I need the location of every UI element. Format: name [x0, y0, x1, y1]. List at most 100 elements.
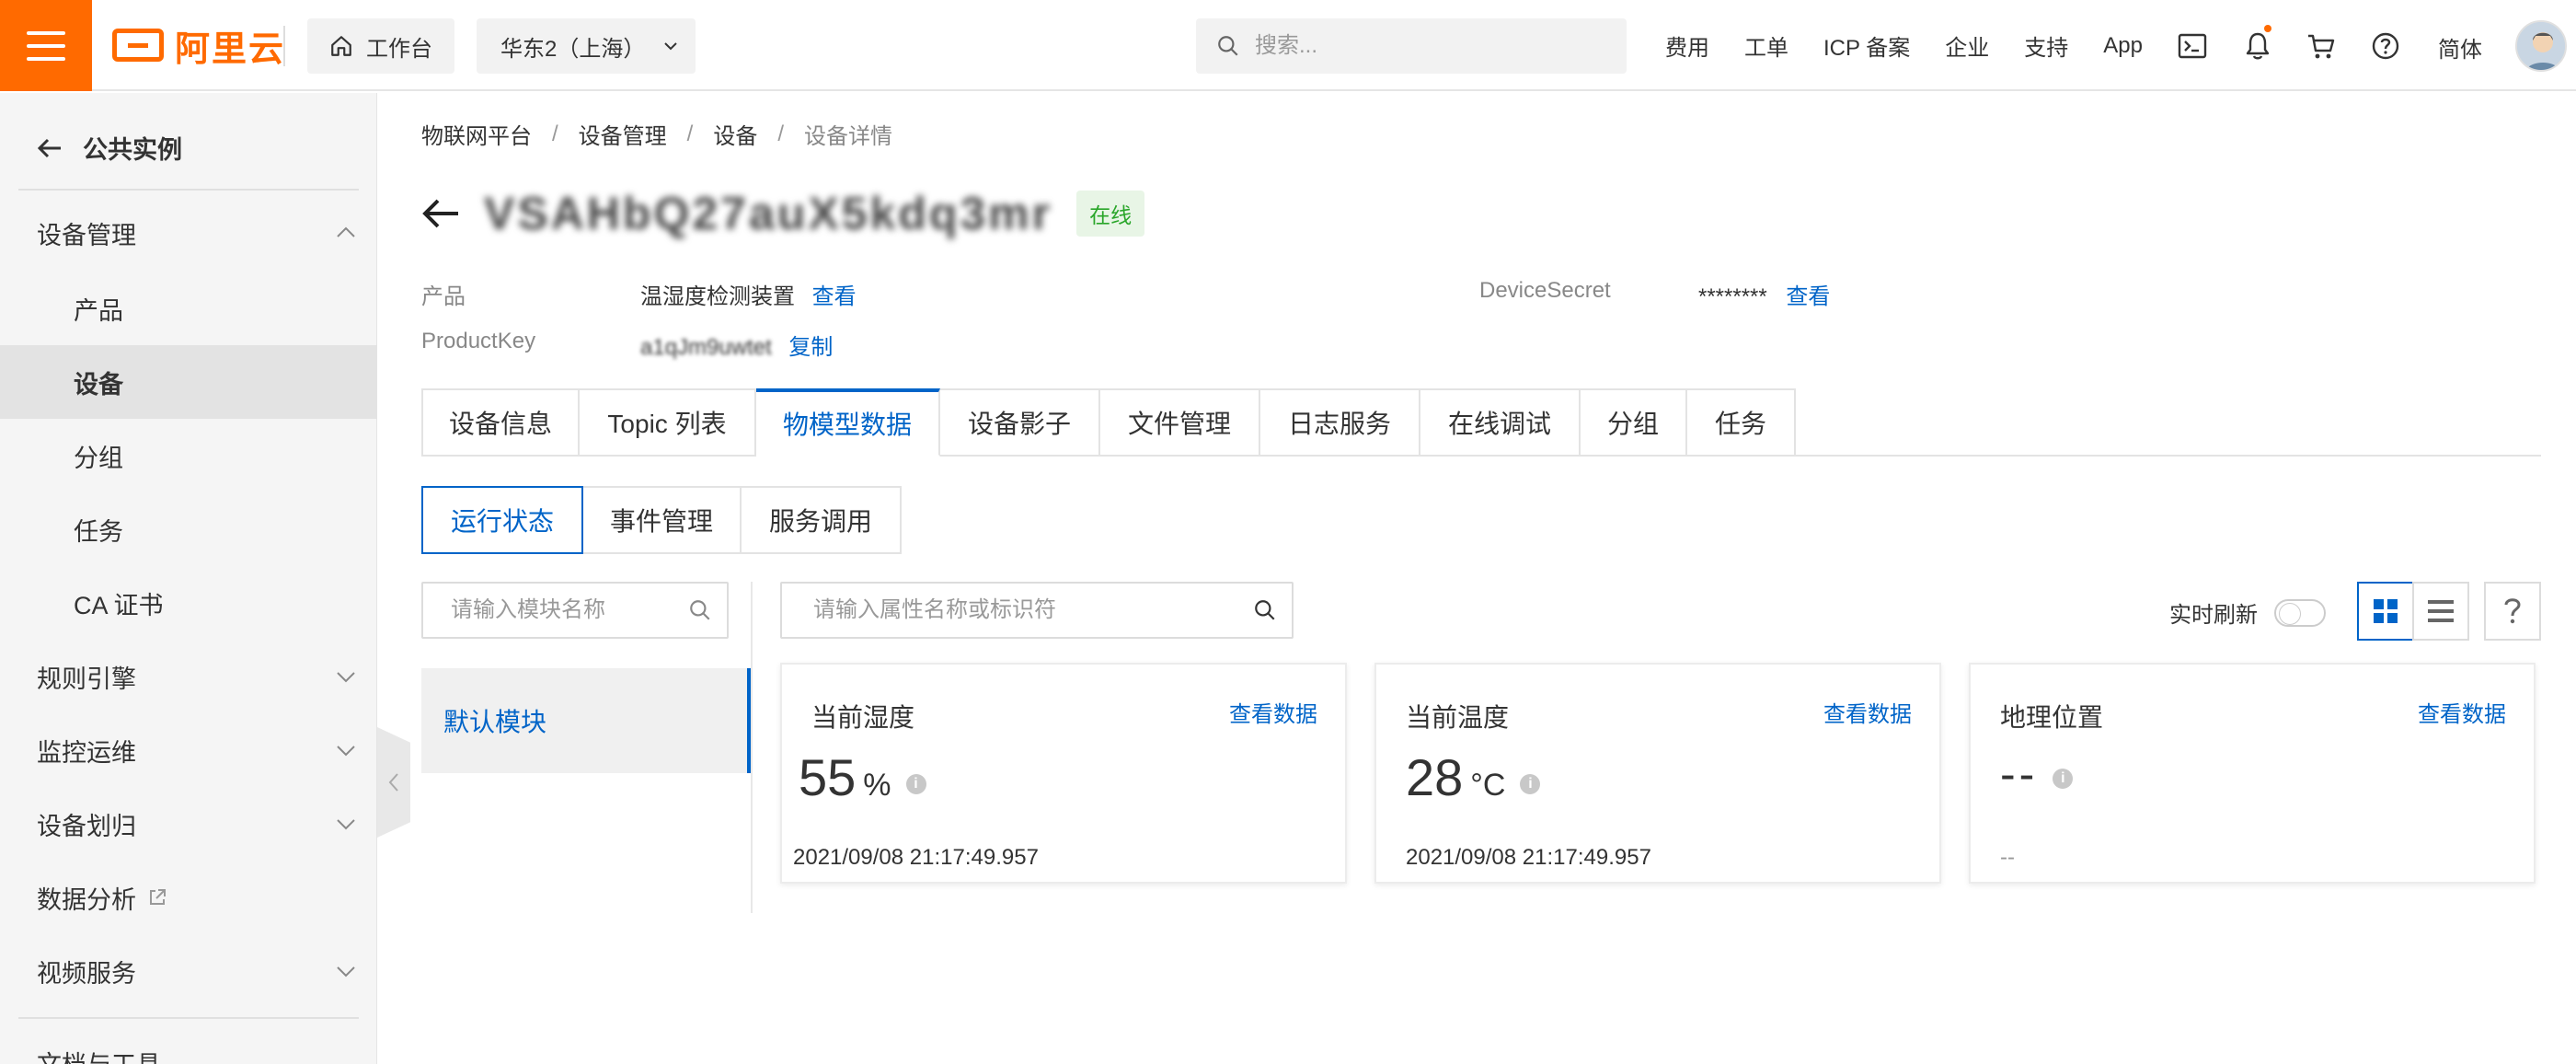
tab-log-service[interactable]: 日志服务 — [1260, 388, 1420, 457]
top-link-tickets[interactable]: 工单 — [1744, 29, 1788, 62]
tab-thing-model-data[interactable]: 物模型数据 — [756, 388, 940, 457]
sidebar-item-task[interactable]: 任务 — [0, 492, 377, 566]
list-view-button[interactable] — [2412, 582, 2469, 641]
hamburger-menu-icon[interactable] — [0, 0, 92, 91]
productkey-label: ProductKey — [421, 329, 535, 354]
sidebar-group-video-service[interactable]: 视频服务 — [0, 934, 377, 1008]
top-link-enterprise[interactable]: 企业 — [1945, 29, 1989, 62]
notification-dot — [2264, 25, 2271, 32]
breadcrumb-device[interactable]: 设备 — [713, 118, 757, 150]
view-data-link[interactable]: 查看数据 — [1823, 696, 1912, 728]
avatar[interactable] — [2515, 20, 2567, 72]
tab-device-info[interactable]: 设备信息 — [421, 388, 580, 457]
top-link-app[interactable]: App — [2103, 33, 2143, 59]
info-icon[interactable]: i — [2053, 769, 2074, 789]
sidebar-group-device-assign[interactable]: 设备划归 — [0, 787, 377, 861]
view-secret-link[interactable]: 查看 — [1786, 284, 1830, 309]
divider — [283, 26, 285, 66]
property-search[interactable] — [780, 582, 1294, 639]
top-link-support[interactable]: 支持 — [2024, 29, 2068, 62]
card-title: 当前温度 — [1406, 703, 1510, 732]
home-icon — [331, 36, 351, 56]
breadcrumb-iot-platform[interactable]: 物联网平台 — [421, 118, 532, 150]
realtime-refresh-toggle[interactable] — [2274, 598, 2326, 627]
sidebar-group-label: 文档与工具 — [37, 1045, 161, 1064]
status-badge: 在线 — [1076, 191, 1145, 237]
sidebar-item-label: CA 证书 — [74, 591, 164, 619]
help-button[interactable] — [2484, 582, 2541, 641]
module-panel-divider — [751, 582, 753, 913]
sidebar-group-rule-engine[interactable]: 规则引擎 — [0, 640, 377, 713]
workbench-label: 工作台 — [366, 36, 432, 62]
divider — [18, 1017, 359, 1019]
sidebar-item-product[interactable]: 产品 — [0, 272, 377, 345]
cart-icon[interactable] — [2306, 30, 2337, 62]
productkey-label-text: ProductKey — [421, 329, 536, 353]
top-bar: 阿里云 工作台 华东2（上海） 费用 工单 ICP 备案 企业 支持 App 简… — [0, 0, 2576, 91]
sidebar-group-label: 设备管理 — [37, 221, 136, 249]
property-search-input[interactable] — [813, 597, 1185, 623]
top-links: 费用 工单 ICP 备案 企业 支持 App — [1665, 0, 2178, 91]
view-data-link[interactable]: 查看数据 — [1229, 696, 1317, 728]
card-value-number: -- — [2000, 748, 2039, 800]
sidebar-group-label: 设备划归 — [37, 812, 136, 840]
sidebar-group-data-analysis[interactable]: 数据分析 — [0, 861, 377, 934]
back-to-public-instance[interactable]: 公共实例 — [37, 130, 182, 166]
sidebar-group-device-management[interactable]: 设备管理 — [0, 196, 377, 270]
sidebar-item-device[interactable]: 设备 — [0, 345, 377, 419]
tab-task[interactable]: 任务 — [1687, 388, 1796, 457]
card-timestamp: 2021/09/08 21:17:49.957 — [1406, 845, 1651, 870]
view-product-link[interactable]: 查看 — [812, 284, 857, 309]
global-search[interactable] — [1196, 18, 1627, 74]
copy-productkey-link[interactable]: 复制 — [788, 335, 833, 360]
info-icon[interactable]: i — [1520, 774, 1541, 794]
chevron-left-icon — [388, 773, 398, 792]
subtab-event-management[interactable]: 事件管理 — [583, 486, 742, 554]
breadcrumb: 物联网平台 / 设备管理 / 设备 / 设备详情 — [421, 118, 892, 150]
module-search-input[interactable] — [451, 597, 661, 623]
sidebar-collapse-handle[interactable] — [377, 727, 410, 838]
aliyun-logo[interactable]: 阿里云 — [112, 24, 285, 69]
card-value-unit: % — [863, 768, 891, 803]
sidebar-item-label: 设备 — [74, 370, 123, 399]
sidebar-group-docs-tools[interactable]: 文档与工具 — [0, 1024, 377, 1064]
tab-topic-list[interactable]: Topic 列表 — [580, 388, 756, 457]
region-selector[interactable]: 华东2（上海） — [477, 18, 696, 74]
back-arrow-icon[interactable] — [421, 197, 460, 230]
breadcrumb-device-management[interactable]: 设备管理 — [579, 118, 667, 150]
workbench-button[interactable]: 工作台 — [307, 18, 454, 74]
top-link-icp[interactable]: ICP 备案 — [1823, 29, 1910, 62]
card-view-button[interactable] — [2357, 582, 2414, 641]
module-search[interactable] — [421, 582, 729, 639]
tab-group[interactable]: 分组 — [1581, 388, 1687, 457]
breadcrumb-separator: / — [552, 121, 558, 146]
subtab-service-invocation[interactable]: 服务调用 — [742, 486, 902, 554]
search-icon[interactable] — [688, 598, 712, 622]
external-link-icon — [150, 889, 166, 905]
card-value-number: 55 — [799, 748, 857, 806]
subtab-runtime-status[interactable]: 运行状态 — [421, 486, 583, 554]
sidebar-group-label: 监控运维 — [37, 738, 136, 767]
top-link-fees[interactable]: 费用 — [1665, 29, 1709, 62]
search-icon[interactable] — [1253, 598, 1277, 622]
view-data-link[interactable]: 查看数据 — [2418, 696, 2506, 728]
module-item-default[interactable]: 默认模块 — [421, 668, 751, 773]
bell-icon[interactable] — [2242, 25, 2273, 62]
sidebar-item-ca-cert[interactable]: CA 证书 — [0, 566, 377, 640]
region-label: 华东2（上海） — [500, 36, 646, 62]
sidebar-item-group[interactable]: 分组 — [0, 419, 377, 492]
sidebar-group-label: 数据分析 — [37, 885, 136, 914]
tab-online-debug[interactable]: 在线调试 — [1420, 388, 1581, 457]
sidebar-item-label: 分组 — [74, 444, 123, 472]
tab-device-shadow[interactable]: 设备影子 — [940, 388, 1100, 457]
language-switch[interactable]: 简体 — [2438, 31, 2482, 64]
sidebar-group-monitoring[interactable]: 监控运维 — [0, 713, 377, 787]
help-icon[interactable] — [2370, 30, 2401, 62]
property-card-temperature: 当前温度 查看数据 28 °C i 2021/09/08 21:17:49.95… — [1374, 663, 1941, 884]
sidebar-item-label: 产品 — [74, 296, 123, 325]
info-icon[interactable]: i — [905, 774, 926, 794]
search-input[interactable] — [1255, 33, 1604, 59]
terminal-icon[interactable] — [2177, 30, 2208, 62]
chevron-down-icon — [337, 819, 355, 830]
tab-file-management[interactable]: 文件管理 — [1100, 388, 1260, 457]
